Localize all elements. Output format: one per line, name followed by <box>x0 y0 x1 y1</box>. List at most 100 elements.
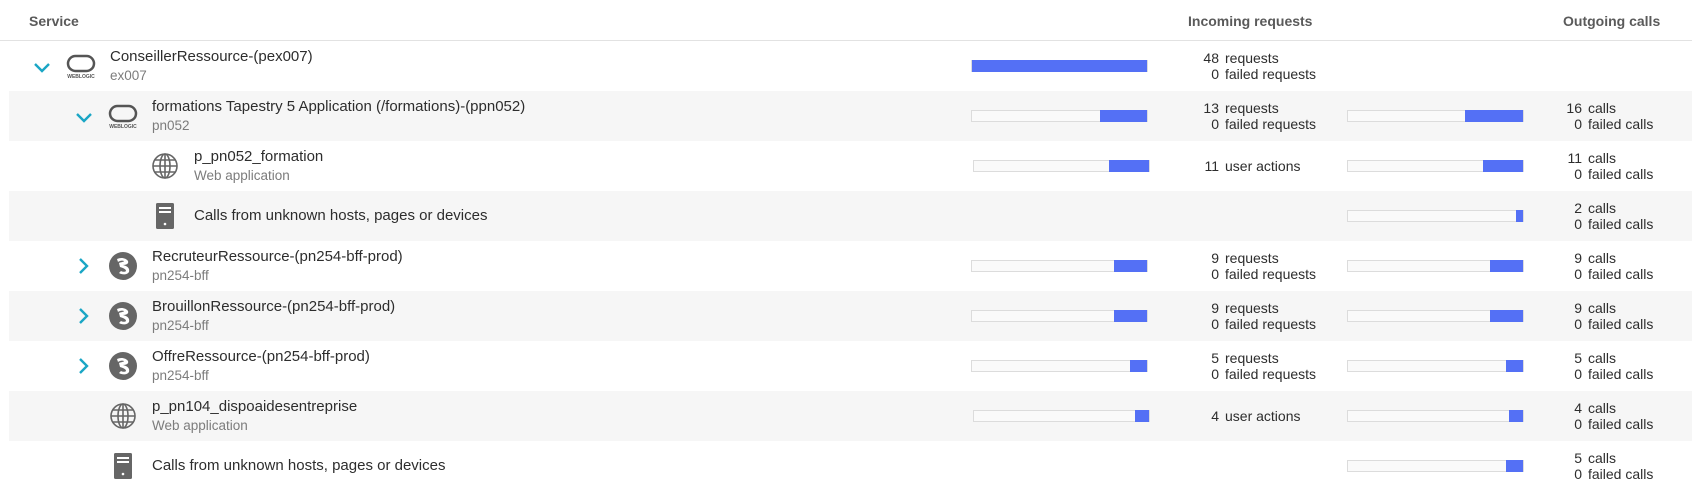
failed-count: 0 failed calls <box>1556 166 1653 182</box>
metric-value: 9 <box>1211 300 1219 316</box>
service-subtitle: pn052 <box>152 118 190 133</box>
failed-count: 0 failed calls <box>1556 266 1653 282</box>
outgoing-calls-bar <box>1347 410 1524 422</box>
service-name[interactable]: OffreRessource-(pn254-bff-prod) <box>152 348 370 365</box>
call-count: 9 calls <box>1556 300 1653 316</box>
metric-label: requests <box>1225 100 1279 116</box>
service-name[interactable]: p_pn052_formation <box>194 148 323 165</box>
service-row[interactable]: WEBLOGIC formations Tapestry 5 Applicatio… <box>9 91 1692 141</box>
failed-count: 0 failed calls <box>1556 366 1653 382</box>
metric-value: 4 <box>1574 400 1582 416</box>
nodejs-icon <box>107 300 139 332</box>
metric-label: calls <box>1588 350 1617 366</box>
call-count: 5 calls <box>1556 450 1653 466</box>
request-count: 48 requests <box>1193 50 1316 66</box>
metric-label: calls <box>1588 450 1617 466</box>
metric-label: failed calls <box>1588 266 1654 282</box>
metric-value: 0 <box>1574 216 1582 232</box>
metric-value: 9 <box>1574 300 1582 316</box>
service-name[interactable]: Calls from unknown hosts, pages or devic… <box>194 207 487 224</box>
metric-label: failed calls <box>1588 366 1654 382</box>
outgoing-calls-bar-fill <box>1516 210 1523 222</box>
metric-label: failed calls <box>1588 216 1654 232</box>
metric-value: 5 <box>1574 450 1582 466</box>
service-name[interactable]: Calls from unknown hosts, pages or devic… <box>152 457 445 474</box>
service-row[interactable]: BrouillonRessource-(pn254-bff-prod) pn254… <box>9 291 1692 341</box>
incoming-requests-column-header[interactable]: Incoming requests <box>1188 13 1312 29</box>
failed-count: 0 failed calls <box>1556 466 1653 482</box>
service-row[interactable]: p_pn052_formation Web application 11 user a… <box>9 141 1692 191</box>
incoming-requests-bar <box>971 360 1148 372</box>
outgoing-calls-column-header[interactable]: Outgoing calls <box>1563 13 1660 29</box>
metric-label: failed calls <box>1588 416 1654 432</box>
outgoing-calls-bar-fill <box>1482 160 1523 172</box>
outgoing-metrics: 16 calls 0 failed calls <box>1556 100 1653 132</box>
metric-label: calls <box>1588 150 1617 166</box>
metric-label: failed calls <box>1588 166 1654 182</box>
outgoing-calls-bar-fill <box>1465 110 1523 122</box>
service-row[interactable]: OffreRessource-(pn254-bff-prod) pn254-bff… <box>9 341 1692 391</box>
request-count: 9 requests <box>1193 300 1316 316</box>
metric-label: requests <box>1225 250 1279 266</box>
metric-value: 0 <box>1574 366 1582 382</box>
service-name[interactable]: p_pn104_dispoaidesentreprise <box>152 398 357 415</box>
incoming-requests-bar <box>973 410 1150 422</box>
metric-label: failed calls <box>1588 116 1654 132</box>
metric-label: calls <box>1588 250 1617 266</box>
metric-value: 0 <box>1211 66 1219 82</box>
incoming-requests-bar <box>971 60 1148 72</box>
outgoing-metrics: 11 calls 0 failed calls <box>1556 150 1653 182</box>
chevron-right-icon[interactable] <box>73 255 95 277</box>
outgoing-metrics: 2 calls 0 failed calls <box>1556 200 1653 232</box>
metric-label: calls <box>1588 300 1617 316</box>
service-row[interactable]: Calls from unknown hosts, pages or devic… <box>9 191 1692 241</box>
service-column-header[interactable]: Service <box>29 13 79 29</box>
incoming-requests-bar-fill <box>1108 160 1149 172</box>
failed-count: 0 failed calls <box>1556 116 1653 132</box>
request-count: 13 requests <box>1193 100 1316 116</box>
outgoing-metrics: 9 calls 0 failed calls <box>1556 250 1653 282</box>
incoming-metrics: 11 user actions <box>1193 158 1300 174</box>
metric-value: 11 <box>1567 150 1582 166</box>
nodejs-icon <box>107 350 139 382</box>
metric-label: failed requests <box>1225 116 1317 132</box>
weblogic-icon: WEBLOGIC <box>107 100 139 132</box>
incoming-metrics: 9 requests 0 failed requests <box>1193 250 1316 282</box>
chevron-right-icon[interactable] <box>73 355 95 377</box>
chevron-right-icon[interactable] <box>73 305 95 327</box>
call-count: 9 calls <box>1556 250 1653 266</box>
metric-value: 11 <box>1204 158 1219 174</box>
failed-count: 0 failed requests <box>1193 266 1316 282</box>
service-name[interactable]: formations Tapestry 5 Application (/form… <box>152 98 525 115</box>
call-count: 2 calls <box>1556 200 1653 216</box>
request-count: 11 user actions <box>1193 158 1300 174</box>
chevron-down-icon[interactable] <box>73 107 95 129</box>
service-name[interactable]: BrouillonRessource-(pn254-bff-prod) <box>152 298 395 315</box>
outgoing-calls-bar-fill <box>1489 260 1523 272</box>
globe-icon <box>149 150 181 182</box>
service-row[interactable]: RecruteurRessource-(pn254-bff-prod) pn254… <box>9 241 1692 291</box>
failed-count: 0 failed requests <box>1193 316 1316 332</box>
metric-value: 0 <box>1211 116 1219 132</box>
incoming-metrics: 5 requests 0 failed requests <box>1193 350 1316 382</box>
metric-value: 5 <box>1574 350 1582 366</box>
service-subtitle: pn254-bff <box>152 318 209 333</box>
metric-value: 48 <box>1203 50 1219 66</box>
outgoing-metrics: 9 calls 0 failed calls <box>1556 300 1653 332</box>
outgoing-calls-bar <box>1347 160 1524 172</box>
metric-value: 13 <box>1203 100 1219 116</box>
outgoing-calls-bar <box>1347 110 1524 122</box>
request-count: 4 user actions <box>1193 408 1300 424</box>
service-row[interactable]: p_pn104_dispoaidesentreprise Web applicat… <box>9 391 1692 441</box>
call-count: 4 calls <box>1556 400 1653 416</box>
service-subtitle: pn254-bff <box>152 368 209 383</box>
service-name[interactable]: RecruteurRessource-(pn254-bff-prod) <box>152 248 403 265</box>
service-row[interactable]: WEBLOGIC ConseillerRessource-(pex007) ex00… <box>9 41 1692 91</box>
chevron-down-icon[interactable] <box>31 57 53 79</box>
incoming-requests-bar-fill <box>972 60 1147 72</box>
service-name[interactable]: ConseillerRessource-(pex007) <box>110 48 313 65</box>
outgoing-calls-bar-fill <box>1489 310 1523 322</box>
request-count: 5 requests <box>1193 350 1316 366</box>
service-row[interactable]: Calls from unknown hosts, pages or devic… <box>9 441 1692 491</box>
metric-value: 4 <box>1211 408 1219 424</box>
